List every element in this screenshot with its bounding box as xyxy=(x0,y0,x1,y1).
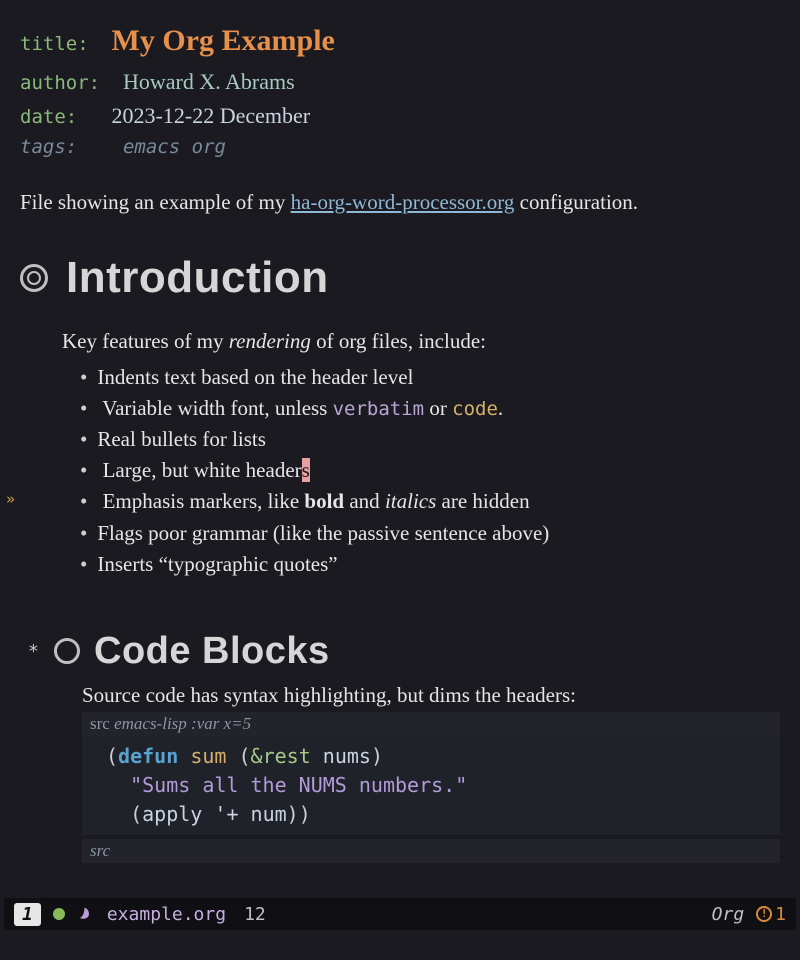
heading-bullet-icon xyxy=(54,638,80,664)
meta-title-line: title: My Org Example xyxy=(20,18,780,65)
meta-key-title: title xyxy=(20,33,77,55)
meta-key-tags: tags: xyxy=(20,136,77,158)
line-number: 12 xyxy=(244,904,266,925)
code-text: code xyxy=(452,398,498,420)
code-lead: Source code has syntax highlighting, but… xyxy=(82,683,780,708)
source-code-block[interactable]: (defun sum (&rest nums) "Sums all the NU… xyxy=(82,736,780,835)
list-item: Indents text based on the header level xyxy=(80,362,780,393)
meta-date-line: date: 2023-12-22 December xyxy=(20,99,780,133)
fringe-indicator-icon: » xyxy=(6,490,15,508)
intro-lead: Key features of my rendering of org file… xyxy=(62,329,780,354)
window-number[interactable]: 1 xyxy=(14,903,41,926)
config-file-link[interactable]: ha-org-word-processor.org xyxy=(291,190,515,214)
warning-icon: ! xyxy=(756,906,772,922)
org-star-icon: * xyxy=(28,641,40,662)
heading-text: Code Blocks xyxy=(94,630,330,673)
document-tags: emacs org xyxy=(123,136,226,158)
intro-paragraph: File showing an example of my ha-org-wor… xyxy=(20,190,780,215)
major-mode[interactable]: Org xyxy=(712,904,745,925)
meta-key-author: author xyxy=(20,72,89,94)
editor-buffer[interactable]: title: My Org Example author: Howard X. … xyxy=(0,0,800,895)
list-item: Large, but white headers xyxy=(80,455,780,486)
mode-line[interactable]: 1 example.org 12 Org ! 1 xyxy=(4,898,796,930)
introduction-body: Key features of my rendering of org file… xyxy=(62,329,780,580)
heading-text: Introduction xyxy=(66,253,329,303)
feature-list: Indents text based on the header level V… xyxy=(80,362,780,580)
list-item: Variable width font, unless verbatim or … xyxy=(80,393,780,424)
document-title: My Org Example xyxy=(112,24,335,57)
modified-indicator-icon xyxy=(53,908,65,920)
meta-tags-line: tags: emacs org xyxy=(20,133,780,162)
src-block-end: src xyxy=(82,839,780,863)
list-item: Inserts “typographic quotes” xyxy=(80,549,780,580)
warning-count: 1 xyxy=(775,904,786,925)
document-author: Howard X. Abrams xyxy=(123,69,295,94)
list-item: Flags poor grammar (like the passive sen… xyxy=(80,518,780,549)
heading-bullet-icon xyxy=(20,264,48,292)
verbatim-text: verbatim xyxy=(333,398,425,420)
heading-code-blocks[interactable]: * Code Blocks xyxy=(28,630,780,673)
flycheck-warning[interactable]: ! 1 xyxy=(756,904,786,925)
heading-introduction[interactable]: Introduction xyxy=(20,253,780,303)
code-blocks-body: Source code has syntax highlighting, but… xyxy=(82,683,780,863)
document-date: 2023-12-22 December xyxy=(112,103,311,128)
buffer-icon xyxy=(77,903,95,926)
text-cursor: s xyxy=(302,458,310,482)
meta-author-line: author: Howard X. Abrams xyxy=(20,65,780,99)
src-block-begin: src emacs-lisp :var x=5 xyxy=(82,712,780,736)
list-item: Real bullets for lists xyxy=(80,424,780,455)
meta-key-date: date xyxy=(20,106,66,128)
buffer-filename[interactable]: example.org xyxy=(107,904,226,925)
list-item: Emphasis markers, like bold and italics … xyxy=(80,486,780,517)
